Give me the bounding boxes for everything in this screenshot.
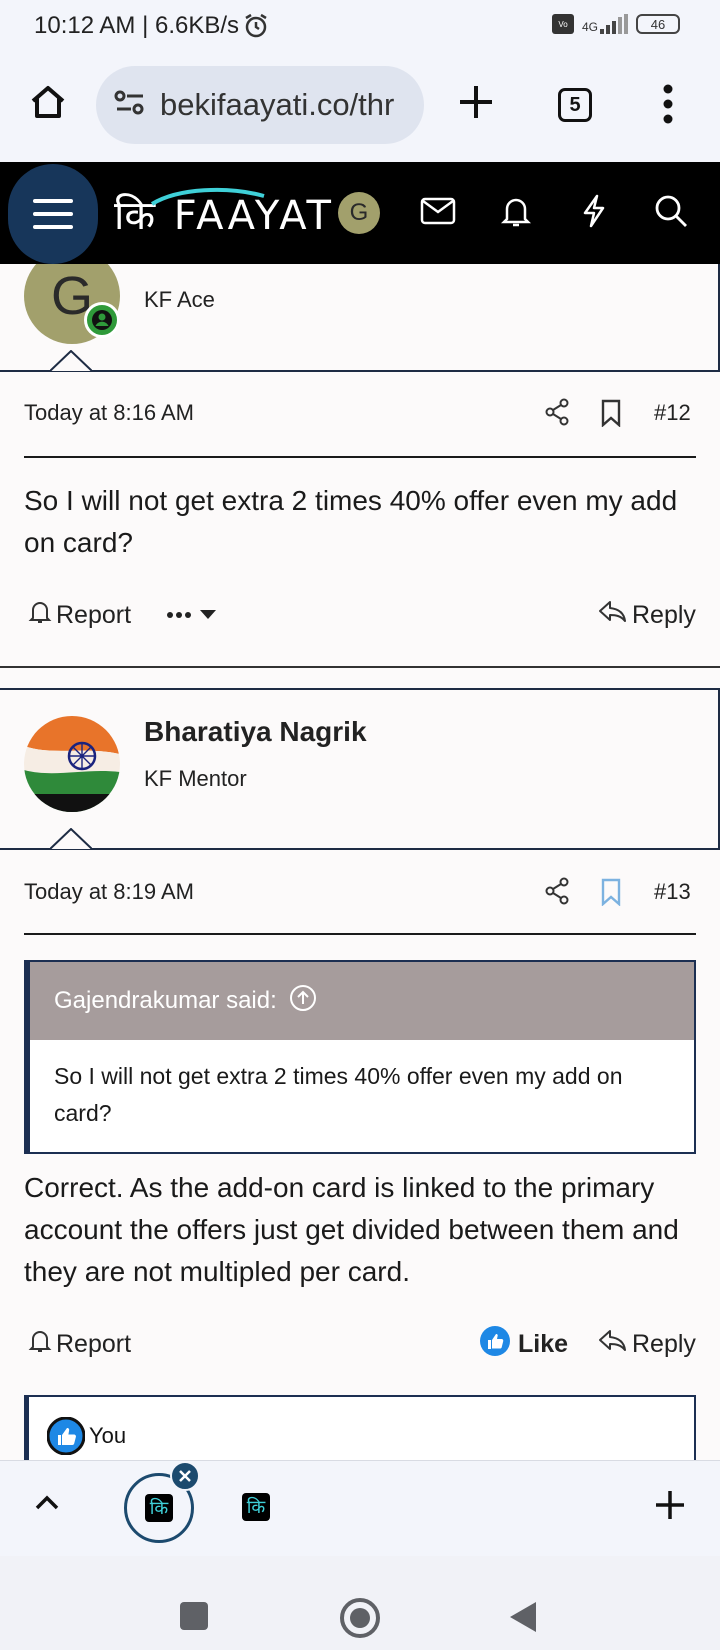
online-status-icon — [84, 302, 120, 338]
user-title: KF Mentor — [144, 766, 247, 791]
post-timestamp[interactable]: Today at 8:19 AM — [24, 879, 194, 905]
bell-icon — [28, 1328, 52, 1361]
thumbs-up-icon — [46, 1416, 86, 1460]
quote-author: Gajendrakumar said: — [54, 987, 277, 1014]
more-actions-button[interactable] — [166, 604, 220, 631]
post-body: So I will not get extra 2 times 40% offe… — [24, 485, 678, 558]
add-tab-icon[interactable] — [654, 1489, 686, 1526]
post-body: Correct. As the add-on card is linked to… — [24, 1172, 679, 1287]
tab-favicon: कि — [145, 1494, 173, 1522]
logo-swoosh — [150, 187, 265, 206]
url-text: bekifaayati.co/thr — [160, 87, 395, 122]
account-avatar[interactable]: G — [338, 192, 380, 234]
account-initial: G — [349, 199, 369, 226]
close-tab-icon[interactable] — [170, 1461, 200, 1491]
share-icon[interactable] — [544, 877, 570, 910]
report-button[interactable]: Report — [28, 1328, 131, 1361]
user-title: KF Ace — [144, 287, 215, 312]
quote-block: Gajendrakumar said: So I will not get ex… — [24, 960, 696, 1154]
divider — [24, 456, 696, 458]
status-bar: 10:12 AM | 6.6KB/s Vo 4G 46 — [0, 0, 720, 56]
share-icon[interactable] — [544, 398, 570, 431]
caret-pointer — [50, 350, 92, 372]
status-time: 10:12 AM | 6.6KB/s — [34, 12, 240, 39]
reply-button[interactable]: Reply — [598, 599, 696, 632]
inactive-tab[interactable]: कि — [242, 1493, 270, 1521]
battery-level: 46 — [650, 16, 666, 32]
caret-pointer — [50, 828, 92, 850]
like-label: Like — [518, 1330, 569, 1358]
thumbs-up-icon — [480, 1326, 510, 1363]
more-options-icon[interactable] — [662, 84, 674, 129]
post-number[interactable]: #13 — [654, 879, 691, 905]
author-name[interactable]: Bharatiya Nagrik — [144, 716, 367, 748]
report-label: Report — [56, 601, 132, 629]
tab-switcher-button[interactable]: 5 — [558, 88, 592, 122]
chevron-up-icon[interactable] — [34, 1493, 60, 1516]
address-bar[interactable]: bekifaayati.co/thr — [96, 66, 424, 144]
go-to-quote-icon[interactable] — [289, 984, 317, 1019]
divider — [24, 933, 696, 935]
tab-strip: कि कि — [0, 1460, 720, 1556]
reply-icon — [598, 1328, 628, 1361]
new-tab-icon[interactable] — [456, 82, 496, 127]
reactions-bar[interactable]: You — [24, 1395, 696, 1465]
mail-icon[interactable] — [420, 196, 456, 231]
reply-label: Reply — [632, 601, 696, 629]
quote-header[interactable]: Gajendrakumar said: — [30, 962, 694, 1040]
home-button[interactable] — [340, 1598, 380, 1638]
notification-bell-icon[interactable] — [500, 194, 532, 233]
tab-favicon: कि — [242, 1493, 270, 1521]
reply-button[interactable]: Reply — [598, 1328, 696, 1361]
lightning-icon[interactable] — [580, 194, 608, 233]
post-timestamp[interactable]: Today at 8:16 AM — [24, 400, 194, 426]
search-icon[interactable] — [654, 194, 688, 233]
home-icon[interactable] — [28, 82, 68, 127]
battery-icon: 46 — [636, 14, 680, 34]
recents-button[interactable] — [180, 1602, 208, 1630]
bookmark-icon[interactable] — [600, 399, 622, 432]
bell-icon — [28, 599, 52, 632]
alarm-icon — [242, 12, 270, 45]
status-indicators: Vo 4G 46 — [551, 14, 680, 34]
browser-toolbar: bekifaayati.co/thr 5 — [0, 56, 720, 162]
reactions-text[interactable]: You — [89, 1423, 126, 1449]
reply-label: Reply — [632, 1330, 696, 1358]
menu-button[interactable] — [8, 164, 98, 264]
bookmark-icon[interactable] — [600, 878, 622, 911]
tab-count: 5 — [569, 93, 581, 116]
site-settings-icon[interactable] — [114, 89, 146, 122]
signal-icon — [600, 14, 628, 34]
avatar[interactable] — [24, 716, 120, 812]
post-separator — [0, 666, 720, 668]
like-button[interactable]: Like — [480, 1326, 568, 1363]
back-button[interactable] — [508, 1600, 538, 1639]
report-button[interactable]: Report — [28, 599, 131, 632]
network-type: 4G — [581, 20, 598, 34]
system-navigation-bar — [0, 1556, 720, 1650]
post-number[interactable]: #12 — [654, 400, 691, 426]
volte-icon: Vo — [551, 14, 574, 34]
quote-text: So I will not get extra 2 times 40% offe… — [54, 1063, 623, 1126]
report-label: Report — [56, 1330, 132, 1358]
reply-icon — [598, 599, 628, 632]
post-user-band: Bharatiya Nagrik KF Mentor — [0, 688, 720, 850]
